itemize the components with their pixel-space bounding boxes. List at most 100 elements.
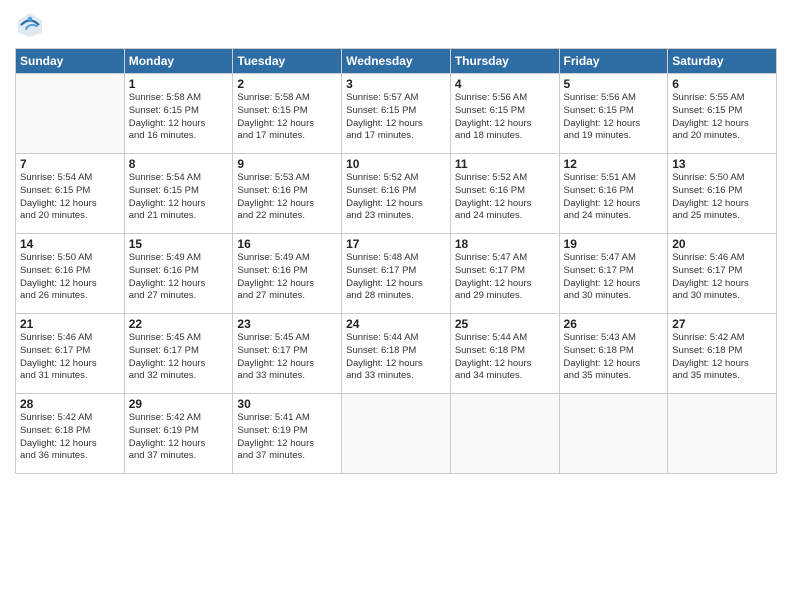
day-number: 27	[672, 317, 772, 331]
day-number: 25	[455, 317, 555, 331]
day-number: 23	[237, 317, 337, 331]
day-info: Sunrise: 5:49 AMSunset: 6:16 PMDaylight:…	[129, 252, 229, 303]
day-info: Sunrise: 5:54 AMSunset: 6:15 PMDaylight:…	[20, 172, 120, 223]
calendar-cell: 16Sunrise: 5:49 AMSunset: 6:16 PMDayligh…	[233, 234, 342, 314]
calendar-cell: 8Sunrise: 5:54 AMSunset: 6:15 PMDaylight…	[124, 154, 233, 234]
day-info: Sunrise: 5:48 AMSunset: 6:17 PMDaylight:…	[346, 252, 446, 303]
day-number: 21	[20, 317, 120, 331]
calendar-cell	[559, 394, 668, 474]
calendar-cell: 5Sunrise: 5:56 AMSunset: 6:15 PMDaylight…	[559, 74, 668, 154]
calendar-cell: 30Sunrise: 5:41 AMSunset: 6:19 PMDayligh…	[233, 394, 342, 474]
day-number: 19	[564, 237, 664, 251]
day-number: 14	[20, 237, 120, 251]
day-number: 18	[455, 237, 555, 251]
calendar-cell	[450, 394, 559, 474]
calendar-header-thursday: Thursday	[450, 49, 559, 74]
day-info: Sunrise: 5:45 AMSunset: 6:17 PMDaylight:…	[237, 332, 337, 383]
day-info: Sunrise: 5:52 AMSunset: 6:16 PMDaylight:…	[455, 172, 555, 223]
calendar-cell	[668, 394, 777, 474]
calendar-cell: 23Sunrise: 5:45 AMSunset: 6:17 PMDayligh…	[233, 314, 342, 394]
day-number: 29	[129, 397, 229, 411]
day-info: Sunrise: 5:58 AMSunset: 6:15 PMDaylight:…	[129, 92, 229, 143]
calendar-week-2: 7Sunrise: 5:54 AMSunset: 6:15 PMDaylight…	[16, 154, 777, 234]
calendar-header-tuesday: Tuesday	[233, 49, 342, 74]
calendar-cell: 9Sunrise: 5:53 AMSunset: 6:16 PMDaylight…	[233, 154, 342, 234]
day-number: 1	[129, 77, 229, 91]
day-number: 3	[346, 77, 446, 91]
day-info: Sunrise: 5:43 AMSunset: 6:18 PMDaylight:…	[564, 332, 664, 383]
calendar-cell	[342, 394, 451, 474]
day-info: Sunrise: 5:47 AMSunset: 6:17 PMDaylight:…	[455, 252, 555, 303]
calendar-cell: 26Sunrise: 5:43 AMSunset: 6:18 PMDayligh…	[559, 314, 668, 394]
calendar-week-3: 14Sunrise: 5:50 AMSunset: 6:16 PMDayligh…	[16, 234, 777, 314]
day-number: 28	[20, 397, 120, 411]
day-number: 11	[455, 157, 555, 171]
day-number: 12	[564, 157, 664, 171]
page: SundayMondayTuesdayWednesdayThursdayFrid…	[0, 0, 792, 612]
day-info: Sunrise: 5:42 AMSunset: 6:18 PMDaylight:…	[20, 412, 120, 463]
calendar-cell: 14Sunrise: 5:50 AMSunset: 6:16 PMDayligh…	[16, 234, 125, 314]
logo-icon	[15, 10, 45, 40]
day-info: Sunrise: 5:41 AMSunset: 6:19 PMDaylight:…	[237, 412, 337, 463]
day-info: Sunrise: 5:49 AMSunset: 6:16 PMDaylight:…	[237, 252, 337, 303]
calendar-cell: 22Sunrise: 5:45 AMSunset: 6:17 PMDayligh…	[124, 314, 233, 394]
day-info: Sunrise: 5:55 AMSunset: 6:15 PMDaylight:…	[672, 92, 772, 143]
day-number: 6	[672, 77, 772, 91]
calendar-cell: 12Sunrise: 5:51 AMSunset: 6:16 PMDayligh…	[559, 154, 668, 234]
day-number: 10	[346, 157, 446, 171]
day-info: Sunrise: 5:46 AMSunset: 6:17 PMDaylight:…	[20, 332, 120, 383]
calendar-header-monday: Monday	[124, 49, 233, 74]
calendar-cell: 7Sunrise: 5:54 AMSunset: 6:15 PMDaylight…	[16, 154, 125, 234]
day-info: Sunrise: 5:47 AMSunset: 6:17 PMDaylight:…	[564, 252, 664, 303]
day-number: 17	[346, 237, 446, 251]
calendar-cell: 2Sunrise: 5:58 AMSunset: 6:15 PMDaylight…	[233, 74, 342, 154]
calendar-cell: 3Sunrise: 5:57 AMSunset: 6:15 PMDaylight…	[342, 74, 451, 154]
calendar-cell: 24Sunrise: 5:44 AMSunset: 6:18 PMDayligh…	[342, 314, 451, 394]
day-info: Sunrise: 5:45 AMSunset: 6:17 PMDaylight:…	[129, 332, 229, 383]
calendar-header-wednesday: Wednesday	[342, 49, 451, 74]
day-info: Sunrise: 5:56 AMSunset: 6:15 PMDaylight:…	[564, 92, 664, 143]
day-info: Sunrise: 5:44 AMSunset: 6:18 PMDaylight:…	[346, 332, 446, 383]
calendar-cell: 4Sunrise: 5:56 AMSunset: 6:15 PMDaylight…	[450, 74, 559, 154]
calendar-cell: 25Sunrise: 5:44 AMSunset: 6:18 PMDayligh…	[450, 314, 559, 394]
day-number: 15	[129, 237, 229, 251]
day-info: Sunrise: 5:42 AMSunset: 6:19 PMDaylight:…	[129, 412, 229, 463]
day-number: 30	[237, 397, 337, 411]
day-number: 20	[672, 237, 772, 251]
calendar-cell: 10Sunrise: 5:52 AMSunset: 6:16 PMDayligh…	[342, 154, 451, 234]
calendar-header-sunday: Sunday	[16, 49, 125, 74]
day-info: Sunrise: 5:50 AMSunset: 6:16 PMDaylight:…	[672, 172, 772, 223]
day-number: 13	[672, 157, 772, 171]
calendar-cell: 15Sunrise: 5:49 AMSunset: 6:16 PMDayligh…	[124, 234, 233, 314]
calendar-cell: 27Sunrise: 5:42 AMSunset: 6:18 PMDayligh…	[668, 314, 777, 394]
day-info: Sunrise: 5:46 AMSunset: 6:17 PMDaylight:…	[672, 252, 772, 303]
day-info: Sunrise: 5:58 AMSunset: 6:15 PMDaylight:…	[237, 92, 337, 143]
day-info: Sunrise: 5:44 AMSunset: 6:18 PMDaylight:…	[455, 332, 555, 383]
day-number: 5	[564, 77, 664, 91]
calendar-cell	[16, 74, 125, 154]
calendar-cell: 20Sunrise: 5:46 AMSunset: 6:17 PMDayligh…	[668, 234, 777, 314]
calendar-cell: 11Sunrise: 5:52 AMSunset: 6:16 PMDayligh…	[450, 154, 559, 234]
day-number: 24	[346, 317, 446, 331]
logo	[15, 10, 47, 40]
day-info: Sunrise: 5:56 AMSunset: 6:15 PMDaylight:…	[455, 92, 555, 143]
day-number: 8	[129, 157, 229, 171]
calendar-header-row: SundayMondayTuesdayWednesdayThursdayFrid…	[16, 49, 777, 74]
calendar-cell: 6Sunrise: 5:55 AMSunset: 6:15 PMDaylight…	[668, 74, 777, 154]
calendar-body: 1Sunrise: 5:58 AMSunset: 6:15 PMDaylight…	[16, 74, 777, 474]
day-info: Sunrise: 5:52 AMSunset: 6:16 PMDaylight:…	[346, 172, 446, 223]
day-info: Sunrise: 5:42 AMSunset: 6:18 PMDaylight:…	[672, 332, 772, 383]
calendar-cell: 28Sunrise: 5:42 AMSunset: 6:18 PMDayligh…	[16, 394, 125, 474]
day-number: 22	[129, 317, 229, 331]
day-info: Sunrise: 5:53 AMSunset: 6:16 PMDaylight:…	[237, 172, 337, 223]
calendar-cell: 29Sunrise: 5:42 AMSunset: 6:19 PMDayligh…	[124, 394, 233, 474]
calendar-header-saturday: Saturday	[668, 49, 777, 74]
calendar-cell: 18Sunrise: 5:47 AMSunset: 6:17 PMDayligh…	[450, 234, 559, 314]
calendar-cell: 19Sunrise: 5:47 AMSunset: 6:17 PMDayligh…	[559, 234, 668, 314]
day-number: 4	[455, 77, 555, 91]
day-info: Sunrise: 5:51 AMSunset: 6:16 PMDaylight:…	[564, 172, 664, 223]
day-info: Sunrise: 5:54 AMSunset: 6:15 PMDaylight:…	[129, 172, 229, 223]
day-number: 16	[237, 237, 337, 251]
day-number: 26	[564, 317, 664, 331]
day-info: Sunrise: 5:57 AMSunset: 6:15 PMDaylight:…	[346, 92, 446, 143]
